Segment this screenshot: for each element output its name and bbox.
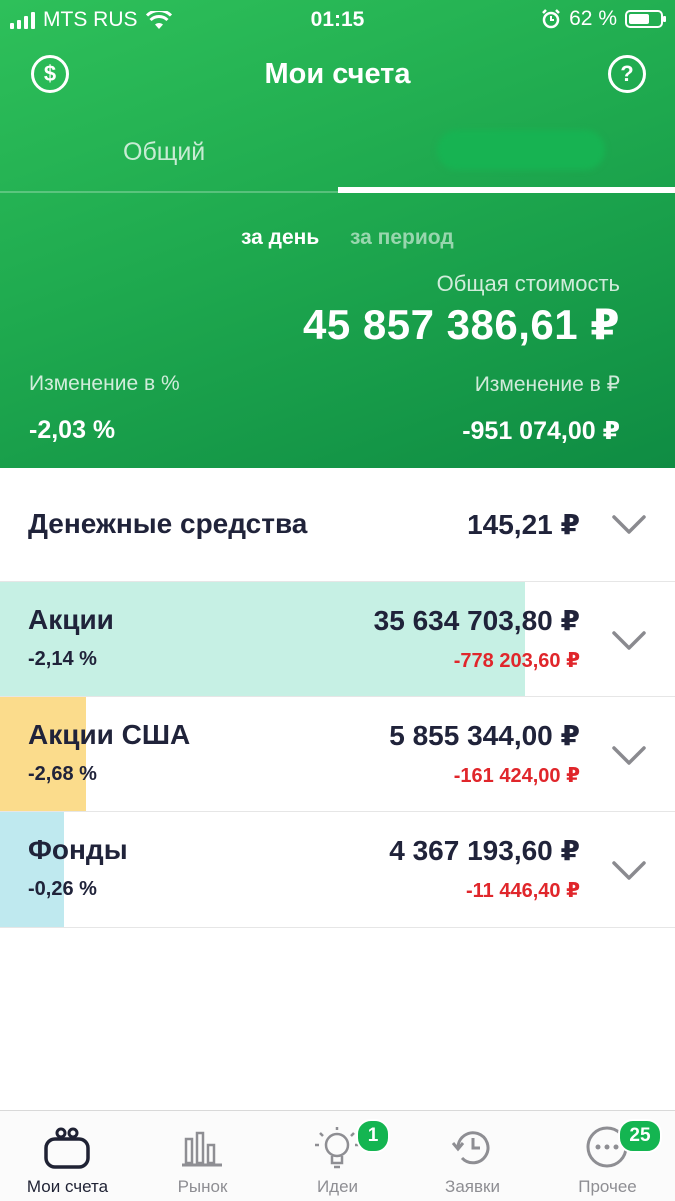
more-badge: 25 [618,1119,662,1153]
cash-row[interactable]: Денежные средства 145,21 ₽ [0,468,675,582]
battery-icon [625,10,666,28]
total-value: 45 857 386,61 ₽ [303,301,620,348]
help-button[interactable]: ? [608,55,646,93]
allocation-bar [0,582,525,696]
asset-amount: 4 367 193,60 ₽ [389,835,580,866]
tabbar-item-accounts[interactable]: Мои счета [0,1111,135,1201]
tabbar-item-more[interactable]: 25 Прочее [540,1111,675,1201]
change-percent-label: Изменение в % [29,372,180,395]
asset-change-amount: -11 446,40 ₽ [465,880,580,902]
tabbar-item-market[interactable]: Рынок [135,1111,270,1201]
market-icon [182,1131,222,1167]
alarm-icon [542,9,561,29]
question-icon: ? [620,61,634,86]
period-range-toggle[interactable]: за период [350,226,454,250]
cash-amount: 145,21 ₽ [467,509,580,540]
chevron-down-icon[interactable] [611,514,647,536]
asset-row-stocks[interactable]: Акции -2,14 % 35 634 703,80 ₽ -778 203,6… [0,582,675,697]
status-bar: MTS RUS 01:15 62 % [0,0,675,38]
change-rub-label: Изменение в ₽ [474,373,620,396]
asset-name: Фонды [28,834,128,865]
tabbar-label: Рынок [177,1177,228,1196]
chevron-down-icon[interactable] [611,860,647,882]
ideas-badge: 1 [356,1119,390,1153]
asset-name: Акции США [28,719,191,750]
asset-row-us-stocks[interactable]: Акции США -2,68 % 5 855 344,00 ₽ -161 42… [0,697,675,812]
asset-amount: 35 634 703,80 ₽ [373,605,580,636]
tabbar-item-ideas[interactable]: 1 Идеи [270,1111,405,1201]
total-value-label: Общая стоимость [436,271,620,296]
wallet-icon [44,1127,90,1169]
battery-percent: 62 % [569,7,617,30]
tab-active-indicator [338,187,675,193]
chevron-down-icon[interactable] [611,745,647,767]
chevron-down-icon[interactable] [611,630,647,652]
tab-account-redacted[interactable] [437,130,605,170]
page-title: Мои счета [264,58,411,90]
history-icon [451,1131,490,1165]
allocation-bar [0,812,65,927]
bottom-tab-bar: Мои счета Рынок 1 Идеи Заявки 25 Прочее [0,1110,675,1201]
change-rub-value: -951 074,00 ₽ [462,417,620,445]
change-percent-value: -2,03 % [29,416,116,444]
portfolio-header: MTS RUS 01:15 62 % $ Мои счета ? Общий з… [0,0,675,468]
tab-general[interactable]: Общий [123,138,205,167]
period-day-toggle[interactable]: за день [241,226,319,250]
asset-row-funds[interactable]: Фонды -0,26 % 4 367 193,60 ₽ -11 446,40 … [0,812,675,928]
tabbar-label: Прочее [578,1177,637,1196]
asset-change-percent: -0,26 % [28,878,97,900]
tabbar-item-orders[interactable]: Заявки [405,1111,540,1201]
asset-change-amount: -161 424,00 ₽ [453,765,580,787]
asset-name: Акции [28,604,114,635]
tabbar-label: Заявки [445,1177,500,1196]
tabbar-label: Идеи [316,1177,359,1196]
asset-amount: 5 855 344,00 ₽ [389,720,580,751]
asset-change-amount: -778 203,60 ₽ [453,650,580,672]
asset-change-percent: -2,68 % [28,763,97,785]
tabbar-label: Мои счета [26,1177,109,1196]
asset-change-percent: -2,14 % [28,648,97,670]
cash-label: Денежные средства [28,508,308,539]
lightbulb-icon [315,1127,359,1169]
allocation-bar [0,697,87,811]
